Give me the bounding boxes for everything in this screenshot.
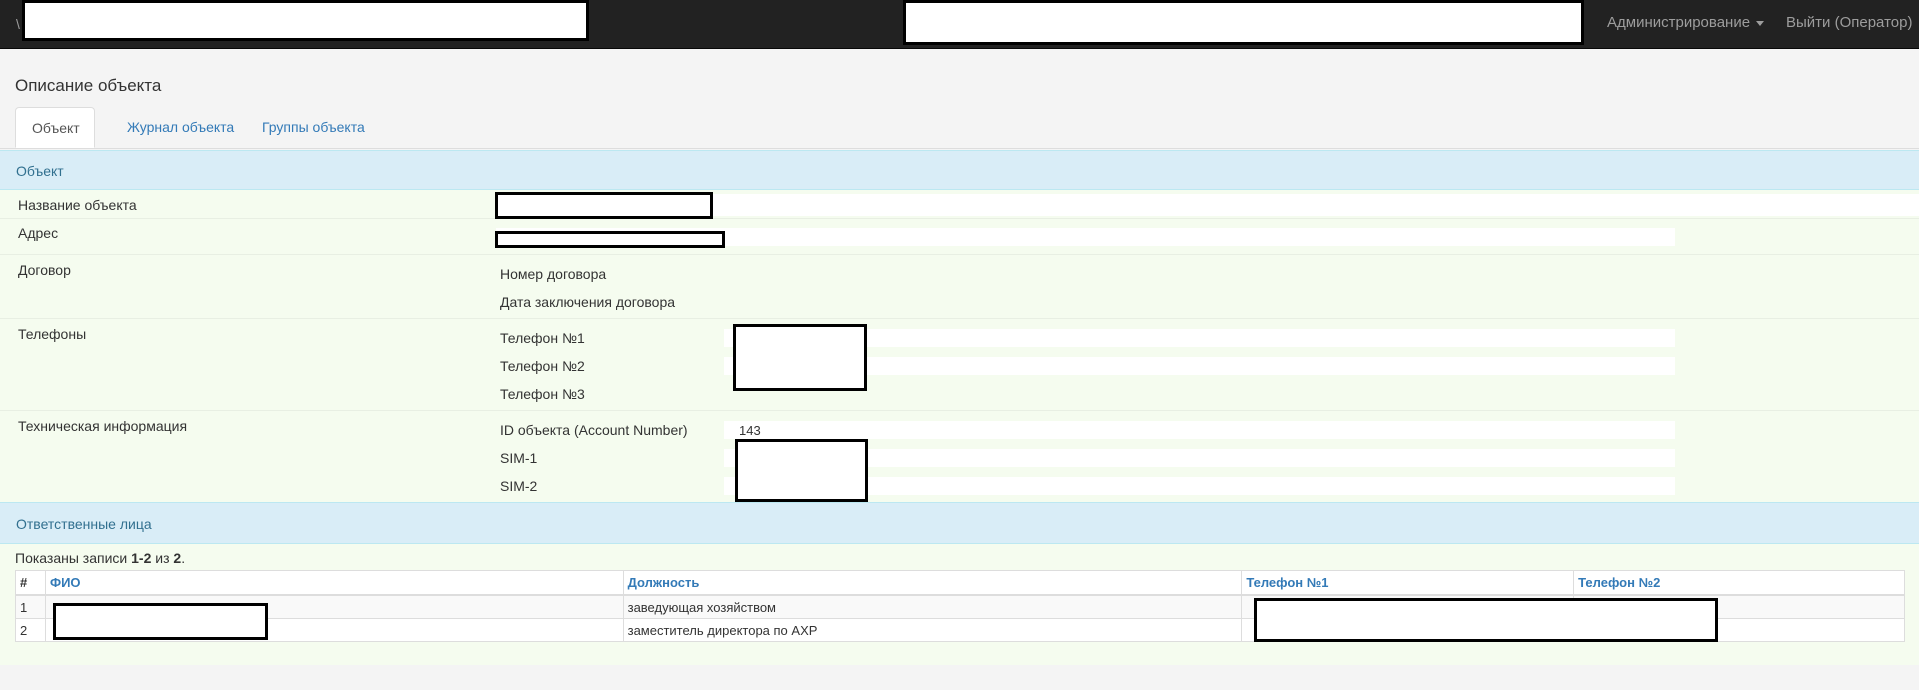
tab-object[interactable]: Объект <box>15 107 95 148</box>
tabs-divider <box>0 148 1919 149</box>
column-header-fio[interactable]: ФИО <box>44 570 624 596</box>
contract-label: Договор <box>18 262 71 278</box>
records-of: из <box>151 550 174 566</box>
redacted-fio <box>53 603 268 640</box>
contract-date-label: Дата заключения договора <box>500 294 676 310</box>
redacted-sim <box>735 439 868 502</box>
phone1-label: Телефон №1 <box>500 330 585 346</box>
row-position: заместитель директора по АХР <box>622 618 1243 642</box>
row-divider <box>0 318 1919 319</box>
account-id-field <box>724 421 1675 439</box>
row-divider <box>0 218 1919 219</box>
redacted-phones <box>733 324 867 391</box>
records-range: 1-2 <box>131 550 152 566</box>
records-summary: Показаны записи 1-2 из 2. <box>15 550 185 566</box>
object-name-label: Название объекта <box>18 197 137 213</box>
phone3-label: Телефон №3 <box>500 386 585 402</box>
contract-number-label: Номер договора <box>500 266 607 282</box>
row-divider <box>0 254 1919 255</box>
redacted-brand-area <box>22 0 589 41</box>
sim1-label: SIM-1 <box>500 450 538 466</box>
logout-link[interactable]: Выйти (Оператор) <box>1786 0 1912 48</box>
tab-object-journal[interactable]: Журнал объекта <box>111 107 250 148</box>
tab-object-groups[interactable]: Группы объекта <box>246 107 381 148</box>
column-header-phone1[interactable]: Телефон №1 <box>1241 570 1575 596</box>
column-header-number: # <box>15 570 46 596</box>
caret-down-icon <box>1756 20 1765 26</box>
sim2-label: SIM-2 <box>500 478 538 494</box>
page-title: Описание объекта <box>15 76 162 95</box>
redacted-search-area <box>903 0 1584 45</box>
object-panel-heading: Объект <box>0 150 1919 190</box>
redacted-object-name <box>495 192 713 219</box>
column-header-phone2[interactable]: Телефон №2 <box>1573 570 1905 596</box>
table-header-row: # ФИО Должность Телефон №1 Телефон №2 <box>15 570 1905 596</box>
admin-menu-label: Администрирование <box>1607 14 1751 31</box>
account-id-value: 143 <box>739 423 761 438</box>
row-divider <box>0 410 1919 411</box>
admin-menu-dropdown[interactable]: Администрирование <box>1607 0 1765 48</box>
redacted-table-phones <box>1254 598 1718 642</box>
records-prefix: Показаны записи <box>15 550 132 566</box>
redacted-address <box>495 231 725 248</box>
phone2-label: Телефон №2 <box>500 358 585 374</box>
tech-info-label: Техническая информация <box>18 418 188 434</box>
row-position: заведующая хозяйством <box>622 594 1243 619</box>
phones-label: Телефоны <box>18 326 87 342</box>
records-suffix: . <box>181 550 186 566</box>
row-number: 1 <box>15 594 46 619</box>
responsible-panel-heading: Ответственные лица <box>0 502 1919 544</box>
row-number: 2 <box>15 618 46 642</box>
column-header-position[interactable]: Должность <box>622 570 1243 596</box>
top-navbar: \ Администрирование Выйти (Оператор) <box>0 0 1919 49</box>
account-id-label: ID объекта (Account Number) <box>500 422 688 438</box>
address-label: Адрес <box>18 225 59 241</box>
